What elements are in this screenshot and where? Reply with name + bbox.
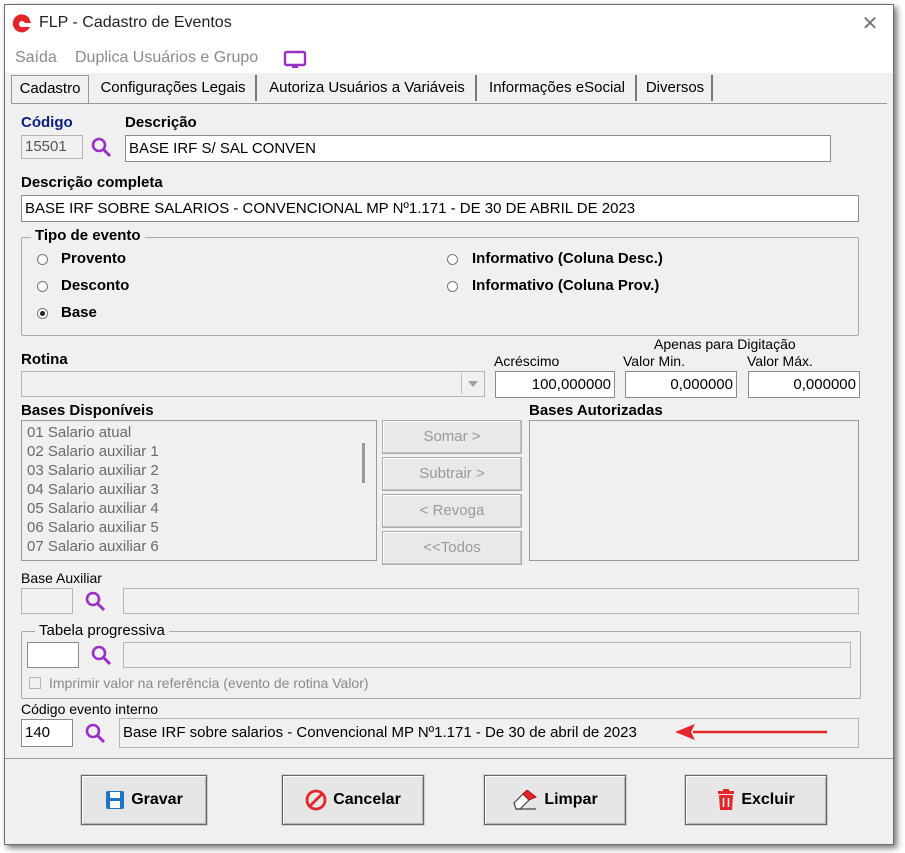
eraser-icon bbox=[513, 790, 538, 810]
main-window: FLP - Cadastro de Eventos ✕ Saída Duplic… bbox=[4, 4, 894, 845]
codigo-input[interactable]: 15501 bbox=[21, 135, 83, 159]
acrescimo-input[interactable]: 100,000000 bbox=[495, 371, 615, 398]
excluir-label: Excluir bbox=[741, 791, 795, 808]
gravar-button[interactable]: Gravar bbox=[81, 775, 207, 825]
footer-bar: Gravar Cancelar Limpar Excluir bbox=[5, 758, 893, 845]
tab-informacoes-esocial[interactable]: Informações eSocial bbox=[479, 75, 637, 101]
tab-diversos[interactable]: Diversos bbox=[639, 75, 713, 101]
radio-informativo-prov[interactable] bbox=[447, 281, 458, 292]
bases-autorizadas-list[interactable] bbox=[529, 420, 859, 561]
close-icon[interactable]: ✕ bbox=[857, 11, 883, 36]
list-item[interactable]: 04 Salario auxiliar 3 bbox=[27, 481, 159, 498]
list-item[interactable]: 01 Salario atual bbox=[27, 424, 131, 441]
acrescimo-label: Acréscimo bbox=[494, 353, 560, 369]
base-auxiliar-code[interactable] bbox=[21, 588, 73, 614]
tab-configuracoes-legais[interactable]: Configurações Legais bbox=[91, 75, 257, 101]
tab-autoriza-usuarios[interactable]: Autoriza Usuários a Variáveis bbox=[259, 75, 477, 101]
cancel-icon bbox=[305, 789, 327, 811]
todos-button[interactable]: <<Todos bbox=[382, 531, 522, 565]
app-logo-icon bbox=[12, 14, 31, 33]
limpar-button[interactable]: Limpar bbox=[484, 775, 626, 825]
list-item[interactable]: 05 Salario auxiliar 4 bbox=[27, 500, 159, 517]
revoga-button[interactable]: < Revoga bbox=[382, 494, 522, 528]
menu-bar: Saída Duplica Usuários e Grupo bbox=[5, 43, 893, 73]
rotina-label: Rotina bbox=[21, 351, 68, 368]
tab-cadastro[interactable]: Cadastro bbox=[11, 75, 89, 104]
radio-base[interactable] bbox=[37, 308, 48, 319]
codigo-evento-interno-code[interactable]: 140 bbox=[21, 719, 73, 747]
bases-autorizadas-label: Bases Autorizadas bbox=[529, 402, 663, 419]
gravar-label: Gravar bbox=[131, 791, 183, 808]
bases-disponiveis-list[interactable]: 01 Salario atual 02 Salario auxiliar 1 0… bbox=[21, 420, 377, 561]
tabela-progressiva-desc bbox=[123, 642, 851, 668]
menu-duplica-usuarios[interactable]: Duplica Usuários e Grupo bbox=[75, 49, 258, 67]
imprimir-valor-checkbox[interactable] bbox=[29, 677, 41, 689]
cadastro-panel: Código 15501 Descrição BASE IRF S/ SAL C… bbox=[11, 103, 887, 756]
cancelar-label: Cancelar bbox=[333, 791, 401, 808]
radio-desconto[interactable] bbox=[37, 281, 48, 292]
apenas-digitacao-label: Apenas para Digitação bbox=[654, 336, 796, 352]
descricao-completa-input[interactable]: BASE IRF SOBRE SALARIOS - CONVENCIONAL M… bbox=[21, 195, 859, 222]
somar-button[interactable]: Somar > bbox=[382, 420, 522, 454]
list-item[interactable]: 03 Salario auxiliar 2 bbox=[27, 462, 159, 479]
monitor-icon[interactable] bbox=[283, 50, 307, 70]
search-icon[interactable] bbox=[89, 135, 113, 159]
excluir-button[interactable]: Excluir bbox=[685, 775, 827, 825]
search-icon[interactable] bbox=[89, 643, 113, 667]
list-item[interactable]: 06 Salario auxiliar 5 bbox=[27, 519, 159, 536]
arrow-annotation-icon bbox=[675, 724, 827, 740]
codigo-evento-interno-label: Código evento interno bbox=[21, 701, 158, 717]
valor-max-input[interactable]: 0,000000 bbox=[748, 371, 860, 398]
chevron-down-icon[interactable] bbox=[461, 373, 484, 394]
menu-saida[interactable]: Saída bbox=[15, 49, 57, 67]
limpar-label: Limpar bbox=[544, 791, 598, 808]
tabela-progressiva-label: Tabela progressiva bbox=[35, 622, 169, 639]
descricao-completa-label: Descrição completa bbox=[21, 174, 163, 191]
radio-base-label[interactable]: Base bbox=[61, 304, 97, 321]
base-auxiliar-label: Base Auxiliar bbox=[21, 570, 102, 586]
radio-desconto-label[interactable]: Desconto bbox=[61, 277, 129, 294]
rotina-select[interactable] bbox=[21, 371, 485, 397]
bases-disponiveis-label: Bases Disponíveis bbox=[21, 402, 154, 419]
list-item[interactable]: 07 Salario auxiliar 6 bbox=[27, 538, 159, 555]
tipo-evento-group bbox=[21, 237, 859, 336]
search-icon[interactable] bbox=[83, 589, 107, 613]
tabela-progressiva-code[interactable] bbox=[27, 642, 79, 668]
save-icon bbox=[106, 791, 125, 809]
search-icon[interactable] bbox=[83, 721, 107, 745]
radio-informativo-desc-label[interactable]: Informativo (Coluna Desc.) bbox=[472, 250, 663, 267]
scrollbar-thumb[interactable] bbox=[362, 443, 365, 483]
radio-provento[interactable] bbox=[37, 254, 48, 265]
valor-max-label: Valor Máx. bbox=[747, 353, 813, 369]
valor-min-input[interactable]: 0,000000 bbox=[625, 371, 737, 398]
codigo-label: Código bbox=[21, 114, 73, 131]
imprimir-valor-label[interactable]: Imprimir valor na referência (evento de … bbox=[49, 675, 369, 691]
tipo-evento-label: Tipo de evento bbox=[31, 227, 145, 244]
base-auxiliar-desc bbox=[123, 588, 859, 614]
valor-min-label: Valor Min. bbox=[623, 353, 685, 369]
descricao-label: Descrição bbox=[125, 114, 197, 131]
window-title: FLP - Cadastro de Eventos bbox=[39, 14, 232, 31]
radio-informativo-prov-label[interactable]: Informativo (Coluna Prov.) bbox=[472, 277, 659, 294]
title-bar: FLP - Cadastro de Eventos ✕ bbox=[5, 5, 893, 43]
radio-provento-label[interactable]: Provento bbox=[61, 250, 126, 267]
trash-icon bbox=[718, 789, 735, 810]
cancelar-button[interactable]: Cancelar bbox=[282, 775, 424, 825]
radio-informativo-desc[interactable] bbox=[447, 254, 458, 265]
subtrair-button[interactable]: Subtrair > bbox=[382, 457, 522, 491]
descricao-input[interactable]: BASE IRF S/ SAL CONVEN bbox=[125, 135, 831, 162]
list-item[interactable]: 02 Salario auxiliar 1 bbox=[27, 443, 159, 460]
